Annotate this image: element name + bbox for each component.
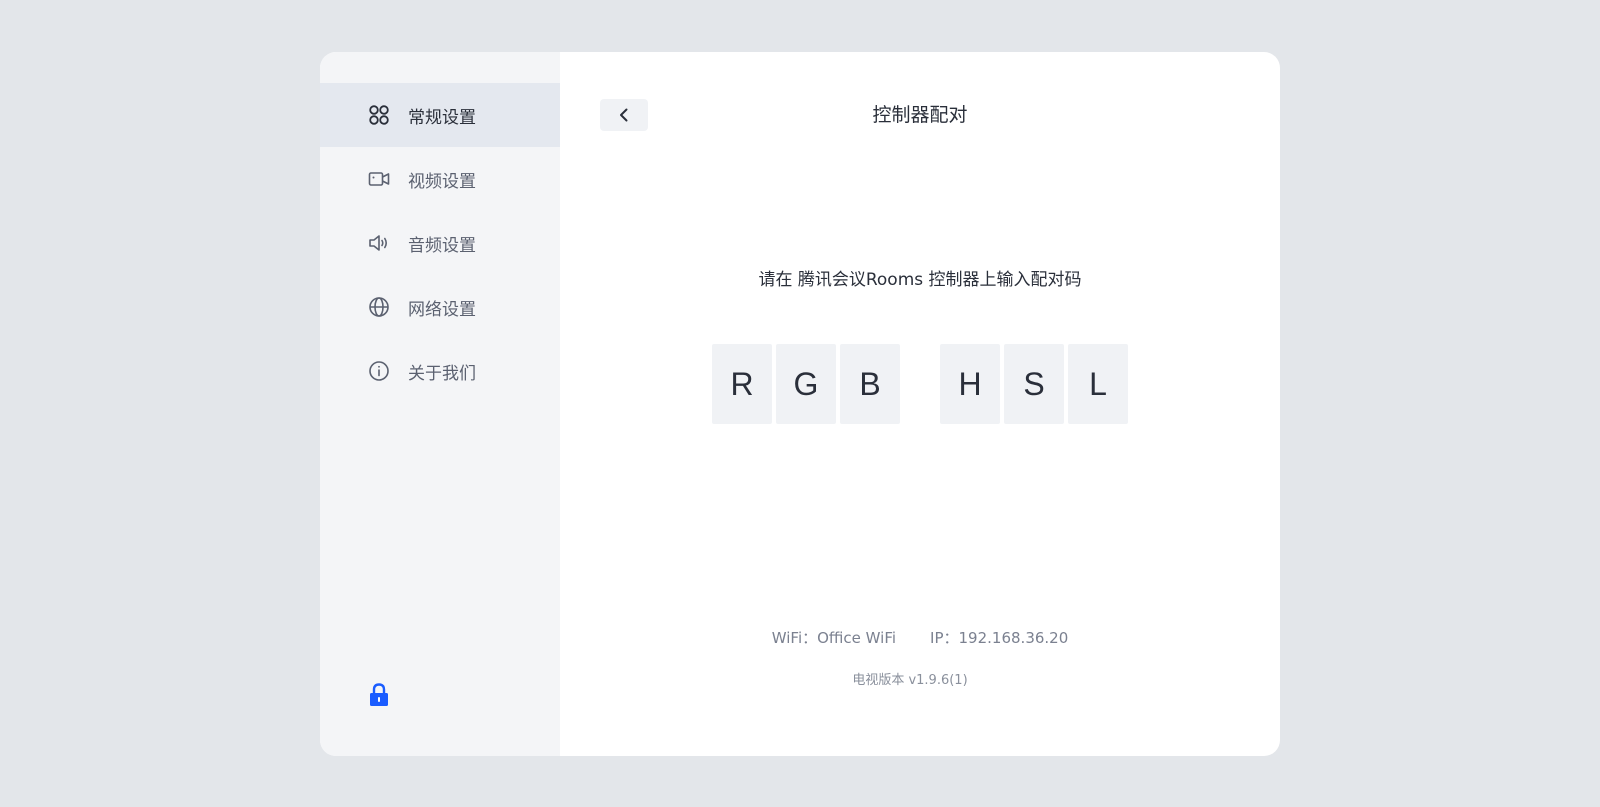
- sidebar-item-network[interactable]: 网络设置: [320, 275, 560, 339]
- version-text: 电视版本 v1.9.6(1): [852, 673, 968, 688]
- wifi-info: WiFi：Office WiFi: [771, 629, 897, 647]
- grid-dots-icon: [368, 104, 390, 126]
- pairing-code: R G B H S L: [712, 344, 1128, 424]
- sidebar-item-label: 常规设置: [408, 107, 476, 128]
- network-info: WiFi：Office WiFi IP：192.168.36.20: [560, 627, 1280, 649]
- pairing-code-char: G: [776, 344, 836, 424]
- pairing-code-char: H: [940, 344, 1000, 424]
- pairing-instruction: 请在 腾讯会议Rooms 控制器上输入配对码: [758, 270, 1082, 290]
- sidebar-item-about[interactable]: 关于我们: [320, 339, 560, 403]
- lock-icon[interactable]: [368, 682, 390, 708]
- ip-info: IP：192.168.36.20: [930, 629, 1069, 647]
- pairing-code-char: R: [712, 344, 772, 424]
- sidebar-item-label: 视频设置: [408, 171, 476, 192]
- speaker-icon: [368, 232, 390, 254]
- video-camera-icon: [368, 168, 390, 190]
- page-title: 控制器配对: [872, 104, 968, 126]
- sidebar-item-video[interactable]: 视频设置: [320, 147, 560, 211]
- sidebar-nav: 常规设置 视频设置 音频设置 网络设置 关于我们: [320, 52, 560, 403]
- sidebar-item-label: 网络设置: [408, 299, 476, 320]
- pairing-code-char: B: [840, 344, 900, 424]
- globe-icon: [368, 296, 390, 318]
- pairing-code-group: H S L: [940, 344, 1128, 424]
- info-icon: [368, 360, 390, 382]
- sidebar: 常规设置 视频设置 音频设置 网络设置 关于我们: [320, 52, 560, 756]
- sidebar-item-audio[interactable]: 音频设置: [320, 211, 560, 275]
- sidebar-item-label: 音频设置: [408, 235, 476, 256]
- pairing-code-char: S: [1004, 344, 1064, 424]
- pairing-code-group: R G B: [712, 344, 900, 424]
- settings-window: 常规设置 视频设置 音频设置 网络设置 关于我们 控制器配对 请在 腾讯会议Ro…: [320, 52, 1280, 756]
- sidebar-item-general[interactable]: 常规设置: [320, 83, 560, 147]
- sidebar-item-label: 关于我们: [408, 363, 476, 384]
- pairing-code-char: L: [1068, 344, 1128, 424]
- main-panel: 控制器配对 请在 腾讯会议Rooms 控制器上输入配对码 R G B H S L…: [560, 52, 1280, 756]
